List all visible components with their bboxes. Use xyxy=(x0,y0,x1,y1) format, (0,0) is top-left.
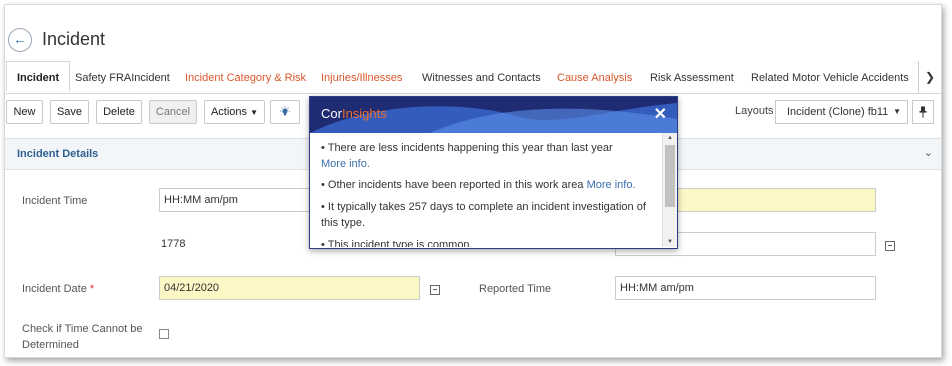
page-header: ← Incident xyxy=(5,5,941,61)
tabs-next-button[interactable]: ❯ xyxy=(918,61,941,93)
tab-incident[interactable]: Incident xyxy=(6,61,71,92)
popup-header: CorInsights ✕ xyxy=(310,97,677,133)
layout-select[interactable]: Incident (Clone) fb11 ▼ xyxy=(775,100,908,124)
popup-body: • There are less incidents happening thi… xyxy=(310,133,661,247)
scroll-up-icon[interactable]: ▲ xyxy=(663,135,677,141)
pin-icon xyxy=(919,106,927,118)
tab-incident-category-risk[interactable]: Incident Category & Risk xyxy=(185,61,306,93)
insight-text: It typically takes 257 days to complete … xyxy=(321,201,646,229)
insight-text: There are less incidents happening this … xyxy=(327,142,613,154)
pin-button[interactable] xyxy=(912,100,934,124)
reported-time-label: Reported Time xyxy=(479,283,552,295)
tab-risk-assessment[interactable]: Risk Assessment xyxy=(650,61,734,93)
corinsights-popup: CorInsights ✕ • There are less incidents… xyxy=(309,96,678,249)
popup-scrollbar[interactable]: ▲ ▼ xyxy=(662,133,677,247)
save-button[interactable]: Save xyxy=(50,100,89,124)
required-asterisk: * xyxy=(89,283,95,295)
app-window: ← Incident Incident Safety FRAIncident I… xyxy=(4,4,942,358)
delete-button[interactable]: Delete xyxy=(96,100,142,124)
caret-down-icon: ▼ xyxy=(893,107,901,116)
section-title: Incident Details xyxy=(17,148,99,160)
tab-related-motor-vehicle-accidents[interactable]: Related Motor Vehicle Accidents xyxy=(751,61,909,93)
tab-cause-analysis[interactable]: Cause Analysis xyxy=(557,61,632,93)
insight-item: • There are less incidents happening thi… xyxy=(321,142,613,170)
layouts-label: Layouts xyxy=(735,105,774,117)
tab-injuries-illnesses[interactable]: Injuries/Illnesses xyxy=(321,61,402,93)
scroll-down-icon[interactable]: ▼ xyxy=(663,239,677,245)
close-icon[interactable]: ✕ xyxy=(654,104,667,124)
layout-select-value: Incident (Clone) fb11 xyxy=(787,106,889,118)
incident-date-label-text: Incident Date xyxy=(22,283,87,295)
brand-part-1: Cor xyxy=(321,106,342,121)
lightbulb-icon xyxy=(280,106,290,116)
more-info-link[interactable]: More info. xyxy=(321,158,370,170)
brand-part-2: Insights xyxy=(341,106,387,121)
incident-date-label: Incident Date * xyxy=(22,283,94,295)
incident-date-input[interactable]: 04/21/2020 xyxy=(159,276,420,300)
page-title: Incident xyxy=(42,29,106,49)
new-button[interactable]: New xyxy=(6,100,43,124)
cannot-determine-label: Check if Time Cannot be Determined xyxy=(22,323,143,351)
insight-text: Other incidents have been reported in th… xyxy=(327,179,584,191)
popup-brand: CorInsights xyxy=(321,106,387,121)
calendar-icon[interactable] xyxy=(885,241,895,251)
tab-witnesses-contacts[interactable]: Witnesses and Contacts xyxy=(422,61,541,93)
tab-bar: Incident Safety FRAIncident Incident Cat… xyxy=(5,61,941,94)
insight-text: This incident type is common. xyxy=(327,239,473,247)
cancel-button[interactable]: Cancel xyxy=(149,100,197,124)
scroll-thumb[interactable] xyxy=(665,145,675,207)
actions-button[interactable]: Actions ▼ xyxy=(204,100,265,124)
incident-time-input[interactable]: HH:MM am/pm xyxy=(159,188,319,212)
insight-item: • Other incidents have been reported in … xyxy=(321,179,636,191)
insight-item: • This incident type is common. xyxy=(321,237,649,247)
arrow-left-icon: ← xyxy=(13,31,27,47)
tab-safety-fraincident[interactable]: Safety FRAIncident xyxy=(75,61,170,93)
insights-button[interactable] xyxy=(270,100,300,124)
chevron-down-icon[interactable]: ⌄ xyxy=(924,146,933,159)
actions-label: Actions xyxy=(210,106,248,118)
reported-time-input[interactable]: HH:MM am/pm xyxy=(615,276,876,300)
insight-item: • It typically takes 257 days to complet… xyxy=(321,201,646,229)
cannot-determine-checkbox[interactable] xyxy=(159,329,169,339)
more-info-link[interactable]: More info. xyxy=(587,179,636,191)
back-button[interactable]: ← xyxy=(8,28,32,52)
incident-time-label: Incident Time xyxy=(22,195,88,207)
chevron-right-icon: ❯ xyxy=(924,70,936,84)
incident-number: 1778 xyxy=(161,238,186,250)
calendar-icon[interactable] xyxy=(430,285,440,295)
caret-down-icon: ▼ xyxy=(250,108,259,117)
